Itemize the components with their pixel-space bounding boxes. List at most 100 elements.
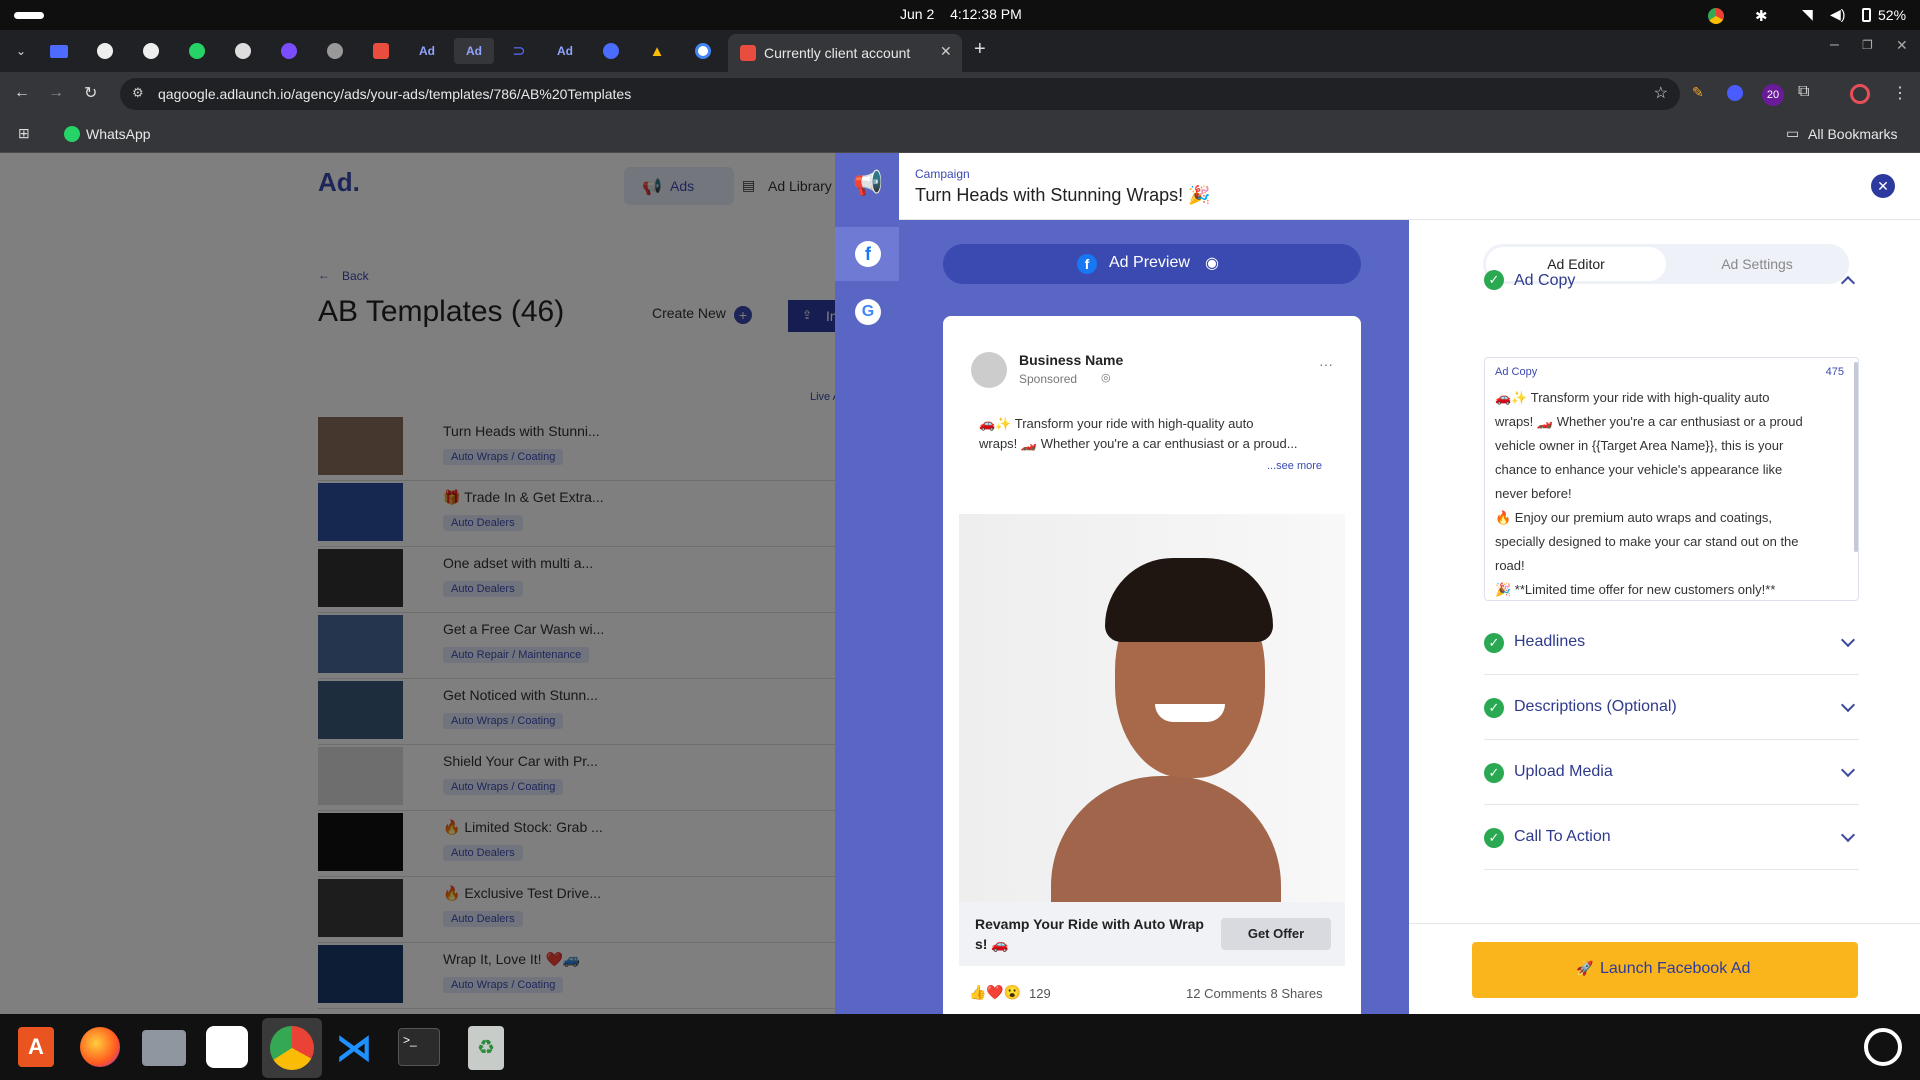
google-tab-icon[interactable] [690,38,716,64]
get-offer-button[interactable]: Get Offer [1221,918,1331,950]
tab-icon-11[interactable]: ⊃ [506,38,532,64]
ad-copy-line: specially designed to make your car stan… [1495,534,1799,549]
activities-indicator[interactable] [14,12,44,19]
tab-active[interactable]: Currently client account ✕ [728,34,962,72]
post-text-line: 🚗✨ Transform your ride with high-quality… [979,416,1254,431]
battery-percent: 52% [1878,7,1907,23]
tab-search-icon[interactable]: ⌄ [8,38,34,64]
chrome-tray-icon[interactable] [1708,8,1724,24]
ad-copy-line: road! [1495,558,1525,573]
new-tab-icon[interactable]: + [974,38,986,61]
bookmark-star-icon[interactable]: ☆ [1654,83,1668,103]
ubuntu-menu-icon[interactable] [1864,1028,1902,1066]
google-ads-tab-icon[interactable]: ▲ [644,38,670,64]
ad-copy-line: 🚗✨ Transform your ride with high-quality… [1495,390,1770,405]
files-icon[interactable] [142,1030,186,1066]
chevron-up-icon[interactable] [1840,275,1856,291]
trash-icon[interactable]: ♻ [468,1026,504,1070]
wifi-icon[interactable]: ◥ [1802,6,1813,23]
facebook-icon: f [855,241,881,267]
see-more-link[interactable]: ...see more [1267,460,1322,472]
system-time: 4:12:38 PM [950,6,1022,22]
tab-icon-5[interactable] [230,38,256,64]
adlaunch-active-tab-icon[interactable]: Ad [454,38,494,64]
chrome-dock-active[interactable] [262,1018,322,1078]
back-nav-icon[interactable]: ← [14,84,30,102]
ad-copy-textarea[interactable]: Ad Copy 475 🚗✨ Transform your ride with … [1484,357,1859,601]
site-info-icon[interactable]: ⚙ [132,85,144,101]
browser-tab-bar: ⌄ Ad Ad ⊃ Ad ▲ Currently client account … [0,30,1920,72]
chevron-down-icon[interactable] [1840,762,1856,778]
settings-tray-icon[interactable]: ✱ [1755,7,1768,25]
chevron-down-icon[interactable] [1840,827,1856,843]
gmail-tab-icon[interactable] [46,38,72,64]
minimize-icon[interactable]: – [1830,36,1839,54]
reactions-icon: 👍❤️😮 [969,984,1022,1000]
app-center-icon[interactable]: A [18,1027,54,1067]
google-platform-icon[interactable]: G [855,299,881,325]
address-toolbar: ← → ↻ ⚙ qagoogle.adlaunch.io/agency/ads/… [0,72,1920,116]
close-panel-icon[interactable]: ✕ [1871,174,1895,198]
github-tab-icon[interactable] [92,38,118,64]
section-title: Descriptions (Optional) [1514,698,1677,715]
reload-icon[interactable]: ↻ [84,83,97,103]
eye-icon: ◉ [1205,255,1219,272]
ad-copy-line: 🔥 Enjoy our premium auto wraps and coati… [1495,510,1773,525]
extension-icon[interactable] [1727,85,1743,101]
scrollbar[interactable] [1854,362,1858,552]
close-tab-icon[interactable]: ✕ [940,43,952,60]
url-bar[interactable]: ⚙ qagoogle.adlaunch.io/agency/ads/your-a… [120,78,1680,110]
ad-copy-section-header[interactable]: ✓ Ad Copy [1484,220,1859,304]
extension-pen-icon[interactable]: ✎ [1692,84,1704,101]
extension-badge[interactable]: 20 [1762,84,1784,106]
ad-copy-label: Ad Copy [1495,366,1538,378]
chrome-icon [270,1026,314,1070]
section-title: Headlines [1514,633,1586,650]
vscode-icon[interactable]: ⋊ [336,1028,376,1068]
facebook-preview-icon: f [1077,254,1097,274]
battery-icon[interactable] [1862,8,1871,22]
chevron-down-icon[interactable] [1840,697,1856,713]
terminal-icon[interactable]: >_ [398,1028,440,1066]
whatsapp-bookmark-icon [64,126,80,142]
descriptions-section[interactable]: ✓ Descriptions (Optional) [1484,676,1859,740]
slack-icon[interactable] [206,1026,248,1068]
headlines-section[interactable]: ✓ Headlines [1484,611,1859,675]
ad-copy-section-title: Ad Copy [1514,272,1576,289]
tab-icon-7[interactable] [322,38,348,64]
apps-grid-icon[interactable]: ⊞ [18,125,30,142]
extensions-puzzle-icon[interactable]: ⧉ [1798,83,1809,101]
profile-avatar[interactable] [1850,84,1870,104]
all-bookmarks[interactable]: All Bookmarks [1808,126,1897,142]
github-tab-icon-2[interactable] [138,38,164,64]
ad-headline-line: Revamp Your Ride with Auto Wrap [975,916,1204,932]
upload-media-section[interactable]: ✓ Upload Media [1484,741,1859,805]
megaphone-rail-icon[interactable]: 📢 [853,169,883,198]
chevron-down-icon[interactable] [1840,632,1856,648]
campaign-label: Campaign [915,167,970,181]
firefox-icon[interactable] [80,1027,120,1067]
modal-backdrop[interactable] [0,153,899,1014]
ad-preview-bar[interactable]: f Ad Preview ◉ [943,244,1361,284]
adlaunch-tab-icon[interactable]: Ad [414,38,440,64]
forward-nav-icon[interactable]: → [48,84,64,102]
more-options-icon[interactable]: ··· [1319,356,1333,372]
restore-icon[interactable]: ❐ [1862,38,1873,52]
bookmark-whatsapp[interactable]: WhatsApp [86,126,151,142]
adlaunch-tab-icon-2[interactable]: Ad [552,38,578,64]
check-icon: ✓ [1484,763,1504,783]
call-to-action-section[interactable]: ✓ Call To Action [1484,806,1859,870]
section-title: Call To Action [1514,828,1611,845]
tab-icon-6[interactable] [276,38,302,64]
tab-icon-8[interactable] [368,38,394,64]
facebook-platform-tab[interactable]: f [835,227,899,281]
preview-column: f Ad Preview ◉ Business Name Sponsored ◎… [899,220,1409,1014]
browser-menu-icon[interactable]: ⋮ [1892,83,1908,103]
tab-icon-13[interactable] [598,38,624,64]
ad-copy-line: never before! [1495,486,1572,501]
volume-icon[interactable]: ◀) [1830,6,1845,23]
ad-footer: Revamp Your Ride with Auto Wrap s! 🚗 Get… [959,902,1345,966]
close-window-icon[interactable]: ✕ [1896,37,1908,54]
launch-facebook-ad-button[interactable]: 🚀 Launch Facebook Ad [1472,942,1858,998]
whatsapp-tab-icon[interactable] [184,38,210,64]
